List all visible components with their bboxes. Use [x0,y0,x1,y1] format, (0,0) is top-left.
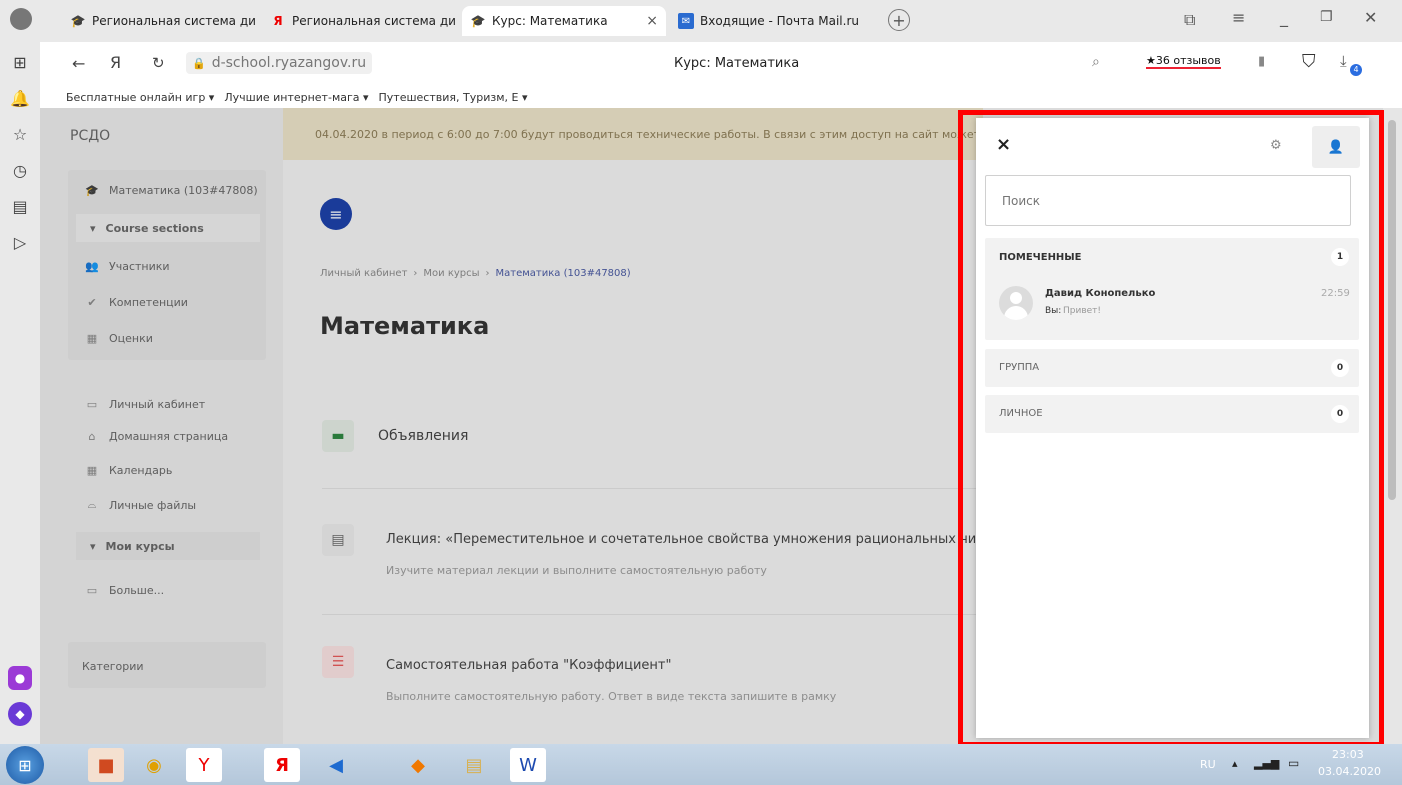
contact-name: Давид Конопелько [1045,288,1156,299]
start-button[interactable]: ⊞ [6,746,44,784]
bookmark-icon[interactable]: ▮ [1258,54,1265,69]
url-field[interactable]: 🔒 d-school.ryazangov.ru [186,52,373,74]
page-title-label: Курс: Математика [674,56,800,71]
bookmarks-bar: Бесплатные онлайн игр ▾ Лучшие интернет-… [40,86,1402,108]
avatar [999,286,1033,320]
protect-icon[interactable]: ⛉ [1302,51,1316,72]
chrome-icon[interactable]: ◉ [136,748,172,782]
address-bar: ← Я ↻ 🔒 d-school.ryazangov.ru Курс: Мате… [40,42,1402,86]
tab-close-icon[interactable]: × [646,13,658,29]
messages-drawer: × ⚙ 👤 ПОМЕЧЕННЫЕ 1 Давид Конопелько Вы: … [976,118,1369,738]
alice-assistant-icon[interactable]: ◆ [8,702,32,726]
starred-count-badge: 1 [1331,248,1349,266]
mail-icon: ✉ [678,13,694,29]
settings-icon[interactable]: ⚙ [1270,138,1282,153]
language-indicator[interactable]: RU [1200,758,1216,771]
moodle-icon: 🎓 [470,14,486,28]
taskbar: ⊞ ■ ◉ Y Я ◀ ◆ ▤ W RU ▴ ▂▄▆ ▭ 23:03 03.04… [0,744,1402,785]
restore-icon[interactable]: ❐ [1320,9,1333,25]
tab-2[interactable]: Я Региональная система ди [262,6,458,36]
page-scrollbar[interactable] [1383,108,1402,744]
search-icon[interactable]: ⌕ [1092,54,1100,70]
yandex-icon: Я [273,14,283,28]
speaker-icon[interactable]: ◀ [318,748,354,782]
tab-active[interactable]: 🎓 Курс: Математика × [462,6,666,36]
reload-icon[interactable]: ↻ [152,54,165,72]
contacts-button[interactable]: 👤 [1312,126,1360,168]
tab-4[interactable]: ✉ Входящие - Почта Mail.ru [670,6,876,36]
browser-tab-bar: 🎓 Региональная система ди Я Региональная с… [0,0,1402,42]
minimize-icon[interactable]: _ [1280,8,1288,27]
favorites-icon[interactable]: ☆ [8,122,32,146]
message-time: 22:59 [1321,288,1350,299]
browser-sidebar: ⊞ 🔔 ☆ ◷ ▤ ▷ ● ◆ [0,42,40,744]
personal-count-badge: 0 [1331,405,1349,423]
alice-icon[interactable]: ● [8,666,32,690]
new-tab-button[interactable]: + [888,9,910,31]
close-window-icon[interactable]: ✕ [1364,8,1377,27]
power-icon[interactable]: ▭ [1288,756,1299,770]
video-icon[interactable]: ▷ [8,230,32,254]
menu-icon[interactable]: ≡ [1232,8,1245,27]
downloads-icon[interactable]: ⤓ [1340,52,1347,70]
conversation-item[interactable]: Давид Конопелько Вы: Привет! 22:59 [985,282,1359,330]
collections-icon[interactable]: ▤ [8,194,32,218]
clock-date[interactable]: 03.04.2020 [1318,765,1381,778]
yandex-browser-icon[interactable]: Y [186,748,222,782]
clock-time[interactable]: 23:03 [1332,748,1364,761]
search-input[interactable] [985,175,1351,226]
close-drawer-icon[interactable]: × [996,134,1011,155]
message-preview: Привет! [1063,306,1102,316]
bookmark-item[interactable]: Бесплатные онлайн игр ▾ [66,91,214,104]
ec-app-icon[interactable]: ■ [88,748,124,782]
word-icon[interactable]: W [510,748,546,782]
bookmark-item[interactable]: Путешествия, Туризм, Е ▾ [379,91,528,104]
explorer-icon[interactable]: ▤ [456,748,492,782]
network-icon[interactable]: ▂▄▆ [1254,757,1279,770]
user-icon: 👤 [1327,139,1345,155]
group-section[interactable]: ГРУППА 0 [985,349,1359,387]
personal-section[interactable]: ЛИЧНОЕ 0 [985,395,1359,433]
tab-1[interactable]: 🎓 Региональная система ди [62,6,258,36]
tabs-menu-icon[interactable]: ⧉ [1184,10,1195,30]
lock-icon: 🔒 [192,56,206,70]
notifications-icon[interactable]: 🔔 [8,86,32,110]
profile-avatar-icon[interactable] [10,8,32,30]
tray-arrow-icon[interactable]: ▴ [1232,757,1238,770]
bookmark-item[interactable]: Лучшие интернет-мага ▾ [224,91,368,104]
moodle-icon: 🎓 [70,14,86,28]
yandex-icon[interactable]: Я [264,748,300,782]
message-you-label: Вы: [1045,306,1062,316]
group-count-badge: 0 [1331,359,1349,377]
yandex-logo-icon[interactable]: Я [110,53,121,72]
back-icon[interactable]: ← [72,54,85,73]
history-icon[interactable]: ◷ [8,158,32,182]
avast-icon[interactable]: ◆ [400,748,436,782]
reviews-button[interactable]: ★36 отзывов [1146,54,1221,69]
apps-grid-icon[interactable]: ⊞ [8,50,32,74]
starred-section[interactable]: ПОМЕЧЕННЫЕ 1 Давид Конопелько Вы: Привет… [985,238,1359,340]
downloads-badge: 4 [1350,64,1362,76]
